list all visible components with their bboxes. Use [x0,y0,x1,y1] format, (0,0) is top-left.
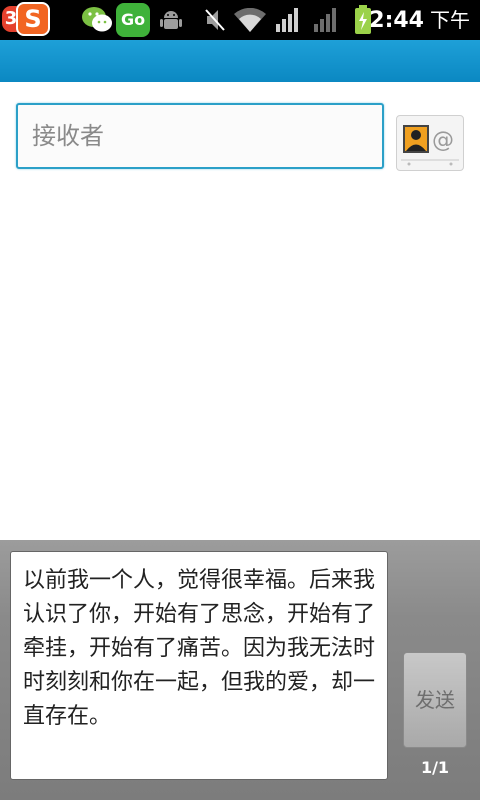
svg-text:@: @ [432,128,454,153]
go-launcher-icon: Go [116,3,150,37]
time-value: 2:44 [369,8,424,33]
title-bar [0,40,480,82]
recipient-input[interactable] [16,103,384,169]
wechat-icon [82,7,112,32]
signal-icon [276,8,298,32]
signal-icon [314,8,336,32]
wifi-icon [234,8,266,32]
status-time: 2:44 下午 [369,4,470,36]
android-debug-icon [160,11,182,29]
contact-picker-icon: @ [401,125,459,166]
send-button[interactable]: 发送 [403,652,467,748]
contact-picker-button[interactable]: @ [396,115,464,171]
sogou-icon: S [16,2,50,36]
page-counter: 1/1 [420,758,450,777]
message-input[interactable]: 以前我一个人，觉得很幸福。后来我认识了你，开始有了思念，开始有了牵挂，开始有了痛… [10,551,388,780]
notification-count-icon: 3 S [2,0,52,40]
mute-icon [205,9,225,31]
status-bar: 3 S Go 2:44 下午 [0,0,480,40]
time-ampm: 下午 [430,8,470,32]
